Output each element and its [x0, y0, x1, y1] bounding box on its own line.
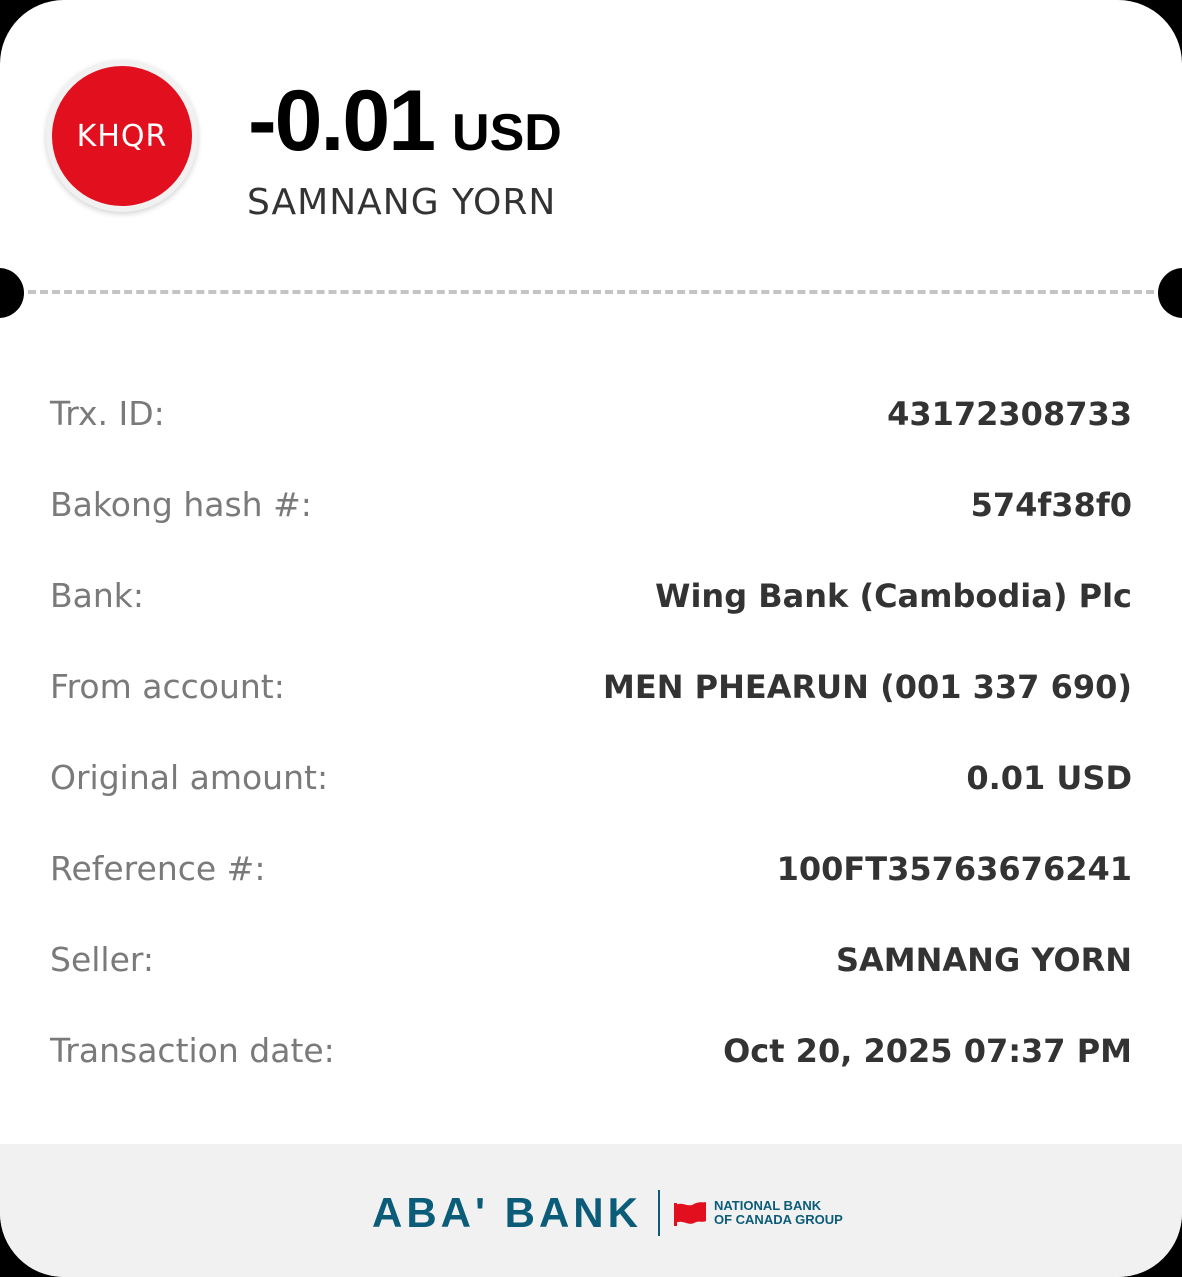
- transaction-amount: -0.01: [248, 73, 436, 169]
- detail-label: Bank:: [50, 576, 145, 615]
- amount-row: -0.01 USD: [248, 72, 562, 169]
- detail-label: Trx. ID:: [50, 394, 165, 433]
- detail-row-seller: Seller: SAMNANG YORN: [50, 914, 1132, 1005]
- receipt-card: KHQR -0.01 USD SAMNANG YORN Trx. ID: 431…: [0, 0, 1182, 1277]
- receipt-footer: ABA' BANK NATIONAL BANK OF CANADA GROUP: [0, 1144, 1182, 1277]
- nbc-line-1: NATIONAL BANK: [713, 1198, 822, 1213]
- detail-value-from-account: MEN PHEARUN (001 337 690): [603, 667, 1132, 706]
- detail-label: From account:: [50, 667, 285, 706]
- detail-row-bank: Bank: Wing Bank (Cambodia) Plc: [50, 550, 1132, 641]
- detail-value-trx-id[interactable]: 43172308733: [887, 395, 1132, 433]
- nbc-group-text: NATIONAL BANK OF CANADA GROUP: [714, 1199, 843, 1227]
- payee-name: SAMNANG YORN: [247, 182, 557, 223]
- detail-value-reference[interactable]: 100FT35763676241: [777, 850, 1132, 888]
- tear-notch-left: [0, 268, 24, 318]
- amount-currency: USD: [452, 104, 562, 162]
- detail-row-reference: Reference #: 100FT35763676241: [50, 823, 1132, 914]
- nbc-line-2: OF CANADA GROUP: [713, 1212, 843, 1227]
- detail-value-original-amount: 0.01 USD: [966, 758, 1132, 797]
- nbc-flag-icon: [673, 1202, 706, 1226]
- detail-value-bank: Wing Bank (Cambodia) Plc: [655, 576, 1132, 615]
- khqr-logo: KHQR: [52, 66, 192, 206]
- detail-value-transaction-date: Oct 20, 2025 07:37 PM: [723, 1031, 1132, 1070]
- bank-brand: ABA' BANK NATIONAL BANK OF CANADA GROUP: [372, 1188, 843, 1238]
- detail-row-bakong-hash: Bakong hash #: 574f38f0: [50, 459, 1132, 550]
- brand-divider: [657, 1190, 660, 1236]
- detail-label: Bakong hash #:: [50, 485, 312, 524]
- detail-label: Reference #:: [50, 849, 266, 888]
- detail-row-original-amount: Original amount: 0.01 USD: [50, 732, 1132, 823]
- detail-label: Transaction date:: [50, 1031, 335, 1070]
- khqr-logo-badge: KHQR: [46, 60, 198, 212]
- transaction-details: Trx. ID: 43172308733 Bakong hash #: 574f…: [50, 368, 1132, 1096]
- detail-label: Original amount:: [50, 758, 329, 797]
- tear-notch-right: [1158, 268, 1182, 318]
- detail-value-seller: SAMNANG YORN: [835, 940, 1132, 979]
- aba-bank-logo: ABA' BANK: [372, 1189, 642, 1236]
- tear-divider: [28, 290, 1154, 294]
- detail-value-bakong-hash[interactable]: 574f38f0: [971, 486, 1132, 524]
- detail-row-transaction-date: Transaction date: Oct 20, 2025 07:37 PM: [50, 1005, 1132, 1096]
- detail-row-from-account: From account: MEN PHEARUN (001 337 690): [50, 641, 1132, 732]
- detail-row-trx-id: Trx. ID: 43172308733: [50, 368, 1132, 459]
- detail-label: Seller:: [50, 940, 154, 979]
